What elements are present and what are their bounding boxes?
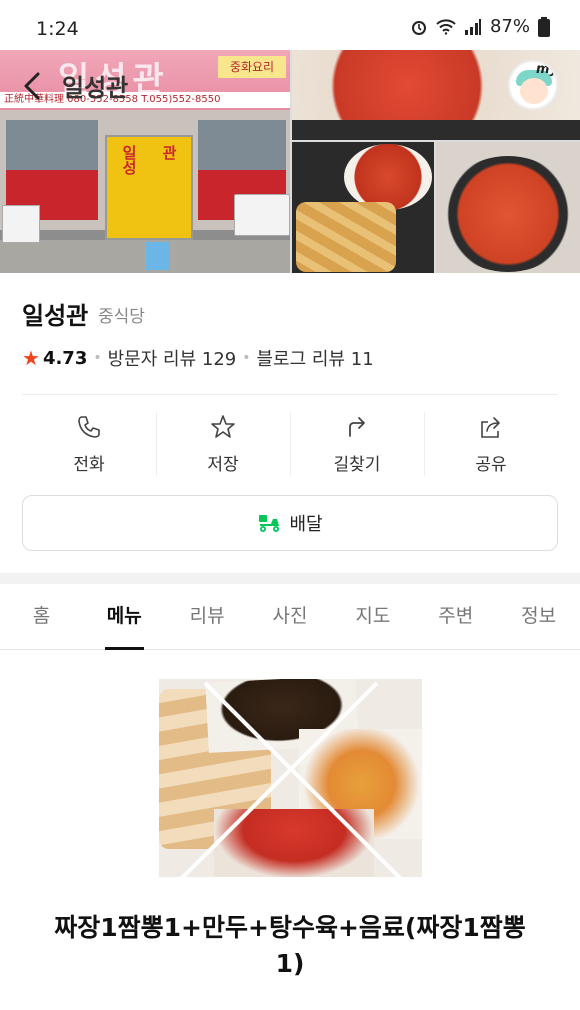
blue-bin (146, 242, 170, 270)
section-band (0, 573, 580, 584)
soup-bowl (344, 144, 432, 210)
directions-label: 길찾기 (333, 455, 381, 475)
place-category: 중식당 (98, 307, 145, 327)
share-button[interactable]: 공유 (424, 404, 558, 484)
tab-nearby[interactable]: 주변 (414, 584, 497, 649)
air-conditioner (2, 205, 40, 243)
battery-percent: 87% (489, 16, 530, 37)
status-time: 1:24 (36, 18, 79, 40)
store-sign-tag: 중화요리 (218, 56, 286, 78)
divider (22, 394, 558, 395)
wifi-icon (436, 18, 456, 35)
visitor-reviews-link[interactable]: 방문자 리뷰 129 (108, 345, 237, 371)
rating-value: 4.73 (42, 347, 88, 369)
door-text-left: 일성 (120, 145, 138, 175)
directions-button[interactable]: 길찾기 (290, 404, 424, 484)
menu-item-name[interactable]: 짜장1짬뽕1+만두+탕수육+음료(짜장1짬뽕1) (40, 910, 540, 982)
fried-food (296, 202, 396, 272)
tab-photos[interactable]: 사진 (249, 584, 332, 649)
menu-item-photo[interactable] (159, 679, 422, 877)
tab-menu[interactable]: 메뉴 (83, 584, 166, 650)
door-text-right: 관 (160, 145, 178, 160)
separator-dot: • (242, 350, 251, 366)
directions-icon (349, 417, 365, 437)
tab-info[interactable]: 정보 (497, 584, 580, 649)
tab-reviews[interactable]: 리뷰 (166, 584, 249, 649)
store-ground (0, 240, 290, 273)
profile-avatar[interactable]: my (508, 60, 558, 110)
avatar-face (520, 78, 548, 104)
avatar-badge: my (536, 62, 558, 77)
delivery-label: 배달 (289, 514, 323, 535)
rating-star-icon: ★ (22, 346, 40, 370)
tab-home[interactable]: 홈 (0, 584, 83, 649)
store-door: 일성 관 (105, 135, 193, 240)
delivery-scooter-icon (259, 515, 280, 532)
battery-icon (538, 16, 550, 37)
alarm-icon (411, 20, 426, 35)
star-icon (211, 415, 235, 438)
status-bar: 1:24 87% (0, 0, 580, 50)
phone-icon (78, 416, 100, 438)
header-title: 일성관 (62, 74, 129, 102)
blog-reviews-link[interactable]: 블로그 리뷰 11 (257, 345, 374, 371)
back-arrow-icon[interactable] (18, 66, 48, 106)
share-icon (481, 417, 500, 438)
place-name: 일성관 (22, 302, 89, 330)
air-conditioner (234, 194, 290, 236)
call-label: 전화 (73, 455, 105, 475)
save-button[interactable]: 저장 (156, 404, 290, 484)
rating-row: ★ 4.73 • 방문자 리뷰 129 • 블로그 리뷰 11 (22, 345, 374, 371)
separator-dot: • (93, 350, 102, 366)
jjamppong-bowl (440, 156, 576, 272)
status-icons: 87% (410, 16, 550, 37)
tab-bar: 홈 메뉴 리뷰 사진 지도 주변 정보 (0, 584, 580, 650)
tab-map[interactable]: 지도 (331, 584, 414, 649)
signal-icon (464, 18, 481, 35)
share-label: 공유 (475, 455, 507, 475)
action-bar: 전화 저장 길찾기 공유 (22, 404, 558, 484)
delivery-button[interactable]: 배달 (22, 495, 558, 551)
save-label: 저장 (207, 455, 239, 475)
food-photo[interactable] (436, 142, 580, 273)
food-photo[interactable] (292, 142, 434, 273)
food-photo-shadow (292, 120, 580, 140)
call-button[interactable]: 전화 (22, 404, 156, 484)
